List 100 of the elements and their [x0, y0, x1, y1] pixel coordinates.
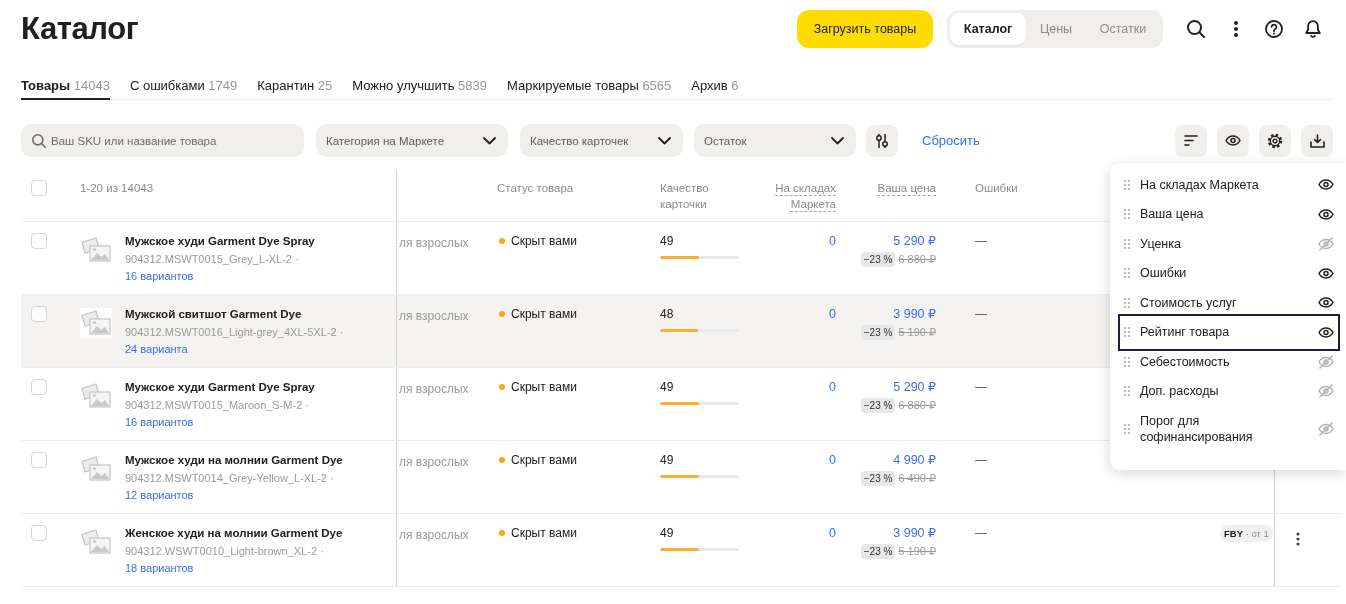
sort-button[interactable] [1175, 124, 1207, 157]
checkbox[interactable] [31, 233, 47, 249]
chevron-down-icon [831, 136, 844, 145]
variants-link[interactable]: 24 варианта [125, 341, 188, 358]
drag-handle-icon[interactable] [1124, 327, 1130, 338]
table-row[interactable]: Женское худи на молнии Garment Dye 904312.WSWT0010_Light-brown_XL-2 · 18 вариантов ля взрослых Скрыт вами 49 0 3 990 ₽ −23 % 5 190 ₽ — FBY · от 1 [21, 514, 1340, 587]
eye-icon[interactable] [1318, 208, 1334, 220]
product-name[interactable]: Мужское худи Garment Dye Spray [125, 233, 315, 249]
checkbox[interactable] [31, 452, 47, 468]
old-price: 5 190 ₽ [898, 325, 936, 340]
variants-link[interactable]: 12 вариантов [125, 487, 194, 504]
filter-settings-button[interactable] [866, 124, 898, 157]
category-text: ля взрослых [398, 308, 469, 324]
product-sku: 904312.MSWT0015_Grey_L-XL-2 · 16 вариантов [125, 251, 375, 285]
crossed-eye-icon[interactable] [1318, 354, 1334, 369]
section-tab[interactable]: Каталог [950, 13, 1027, 45]
price-link[interactable]: 3 990 ₽ [893, 525, 936, 541]
checkbox[interactable] [31, 306, 47, 322]
product-name[interactable]: Мужской свитшот Garment Dye [125, 306, 302, 322]
variants-link[interactable]: 18 вариантов [125, 560, 194, 577]
product-name[interactable]: Мужское худи Garment Dye Spray [125, 379, 315, 395]
status-text: Скрыт вами [511, 525, 577, 541]
column-option[interactable]: Уценка [1118, 229, 1340, 259]
drag-handle-icon[interactable] [1124, 268, 1130, 279]
column-option[interactable]: Доп. расходы [1118, 376, 1340, 406]
errors-text: — [975, 452, 987, 468]
sliders-icon [875, 132, 889, 149]
page-title: Каталог [21, 10, 139, 48]
drag-handle-icon[interactable] [1124, 179, 1130, 190]
status-dot-icon [499, 530, 505, 536]
checkbox[interactable] [31, 525, 47, 541]
pagination-range: 1-20 из 14043 [80, 181, 154, 196]
drag-handle-icon[interactable] [1124, 297, 1130, 308]
errors-text: — [975, 306, 987, 322]
category-text: ля взрослых [398, 527, 469, 543]
download-button[interactable] [1301, 124, 1333, 157]
sort-icon [1184, 135, 1198, 146]
column-header[interactable]: На складах Маркета [760, 180, 836, 212]
tab[interactable]: Можно улучшить 5839 [352, 72, 487, 100]
category-text: ля взрослых [398, 454, 469, 470]
reset-link[interactable]: Сбросить [922, 133, 980, 148]
column-option[interactable]: На складах Маркета [1118, 170, 1340, 200]
filter-dropdown[interactable]: Категория на Маркете [316, 124, 508, 157]
eye-icon[interactable] [1318, 297, 1334, 309]
column-visibility-button[interactable] [1217, 124, 1249, 157]
stock-link[interactable]: 0 [829, 306, 836, 322]
errors-text: — [975, 233, 987, 249]
product-sku: 904312.MSWT0016_Light-grey_4XL-5XL-2 · 24 варианта [125, 324, 375, 358]
column-option[interactable]: Рейтинг товара [1118, 313, 1340, 351]
drag-handle-icon[interactable] [1124, 423, 1130, 434]
crossed-eye-icon[interactable] [1318, 421, 1334, 436]
search-icon[interactable] [1187, 20, 1205, 38]
eye-icon[interactable] [1318, 267, 1334, 279]
price-link[interactable]: 4 990 ₽ [893, 452, 936, 468]
stock-link[interactable]: 0 [829, 525, 836, 541]
status-dot-icon [499, 238, 505, 244]
stock-link[interactable]: 0 [829, 233, 836, 249]
drag-handle-icon[interactable] [1124, 386, 1130, 397]
product-name[interactable]: Женское худи на молнии Garment Dye [125, 525, 343, 541]
bell-icon[interactable] [1305, 20, 1321, 38]
image-placeholder-icon [80, 527, 112, 557]
upload-products-button[interactable]: Загрузить товары [797, 10, 933, 48]
eye-icon[interactable] [1318, 326, 1334, 338]
tab[interactable]: Товары 14043 [21, 72, 110, 100]
variants-link[interactable]: 16 вариантов [125, 414, 194, 431]
drag-handle-icon[interactable] [1124, 238, 1130, 249]
quality-score: 48 [660, 306, 674, 322]
search-field[interactable]: Ваш SKU или название товара [21, 124, 304, 157]
price-link[interactable]: 5 290 ₽ [893, 233, 936, 249]
drag-handle-icon[interactable] [1124, 356, 1130, 367]
settings-button[interactable] [1259, 124, 1291, 157]
stock-link[interactable]: 0 [829, 452, 836, 468]
tab[interactable]: Карантин 25 [257, 72, 333, 100]
more-icon[interactable] [1234, 21, 1238, 37]
price-link[interactable]: 3 990 ₽ [893, 306, 936, 322]
eye-icon[interactable] [1318, 179, 1334, 191]
category-text: ля взрослых [398, 381, 469, 397]
checkbox[interactable] [31, 180, 47, 196]
column-header[interactable]: Ваша цена [877, 180, 936, 196]
more-icon[interactable] [1296, 532, 1300, 546]
quality-score: 49 [660, 452, 674, 468]
filter-dropdown[interactable]: Остаток [694, 124, 856, 157]
price-link[interactable]: 5 290 ₽ [893, 379, 936, 395]
column-header: Статус товара [497, 181, 574, 196]
tab[interactable]: Архив 6 [691, 72, 739, 100]
tab[interactable]: С ошибками 1749 [129, 72, 238, 100]
chevron-down-icon [658, 136, 671, 145]
column-option[interactable]: Ошибки [1118, 258, 1340, 288]
checkbox[interactable] [31, 379, 47, 395]
image-placeholder-icon [80, 308, 112, 338]
stock-link[interactable]: 0 [829, 379, 836, 395]
download-icon [1309, 133, 1325, 148]
tab[interactable]: Маркируемые товары 6565 [507, 72, 672, 100]
crossed-eye-icon[interactable] [1318, 236, 1334, 251]
product-name[interactable]: Мужское худи на молнии Garment Dye [125, 452, 343, 468]
drag-handle-icon[interactable] [1124, 209, 1130, 220]
variants-link[interactable]: 16 вариантов [125, 268, 194, 285]
help-icon[interactable] [1265, 20, 1283, 38]
crossed-eye-icon[interactable] [1318, 384, 1334, 399]
filter-dropdown[interactable]: Качество карточек [520, 124, 683, 157]
